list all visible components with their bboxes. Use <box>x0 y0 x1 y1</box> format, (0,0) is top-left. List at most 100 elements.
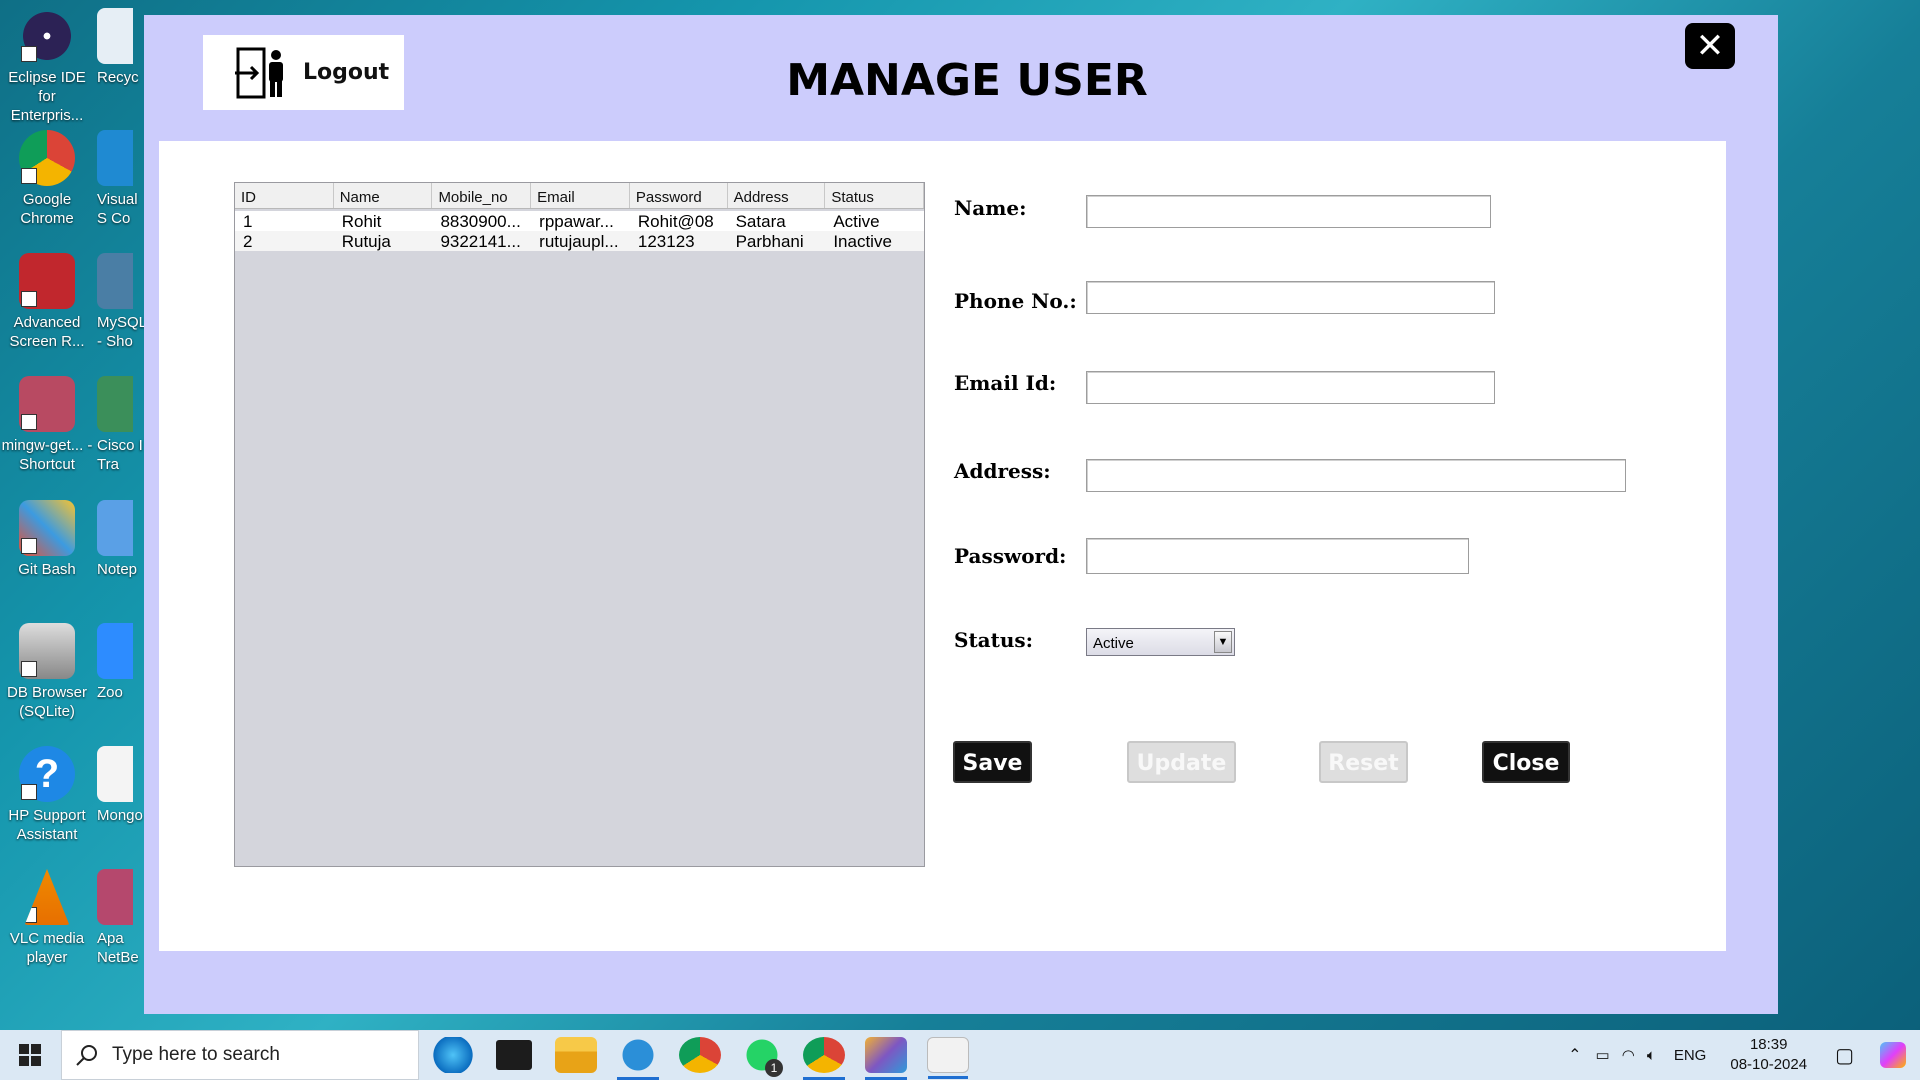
language-indicator[interactable]: ENG <box>1674 1047 1707 1064</box>
mongodb-icon <box>97 746 133 802</box>
column-header-email[interactable]: Email <box>531 183 630 208</box>
terminal-taskbar-icon[interactable] <box>493 1037 535 1073</box>
table-cell: 2 <box>243 232 253 251</box>
desktop-icon-label: mingw-get... - Shortcut <box>1 437 93 473</box>
table-cell: Rohit <box>341 212 382 231</box>
column-header-status[interactable]: Status <box>825 183 925 208</box>
table-row[interactable]: 1 Rohit 8830900... rppawar... Rohit@08 S… <box>235 211 924 231</box>
table-cell: 9322141... <box>440 232 521 251</box>
notification-icon[interactable]: ▢ <box>1835 1043 1854 1068</box>
desktop-icon-label: Notep <box>97 561 138 578</box>
close-button[interactable]: Close <box>1482 741 1570 783</box>
desktop-icon-label: Google Chrome <box>20 191 74 227</box>
search-icon <box>76 1045 97 1066</box>
clock-time: 18:39 <box>1749 1036 1788 1053</box>
address-label: Address: <box>954 459 1051 483</box>
desktop-icon-git-bash[interactable]: Git Bash <box>0 500 94 579</box>
desktop-icon-label: Eclipse IDE for Enterpris... <box>8 69 86 124</box>
desktop-icon-label: Visual S Co <box>97 191 138 227</box>
java-taskbar-icon[interactable] <box>927 1037 969 1079</box>
file-explorer-icon[interactable] <box>555 1037 597 1073</box>
desktop-icon-mongodb[interactable]: Mongo <box>97 746 147 825</box>
edge-taskbar-icon[interactable] <box>432 1037 474 1073</box>
taskbar: Type here to search 1 ⌃ ▭ ◠ 🔈︎ ENG 18:39… <box>0 1030 1920 1080</box>
zoom-icon <box>97 623 133 679</box>
desktop-icon-eclipse[interactable]: Eclipse IDE for Enterpris... <box>0 8 94 125</box>
desktop-icon-screen-recorder[interactable]: Advanced Screen R... <box>0 253 94 351</box>
chevron-down-icon[interactable]: ▼ <box>1214 631 1232 653</box>
whatsapp-taskbar-icon[interactable]: 1 <box>741 1037 783 1077</box>
status-select[interactable]: Active ▼ <box>1086 628 1235 656</box>
desktop-icon-zoom[interactable]: Zoo <box>97 623 147 702</box>
desktop-icon-label: Git Bash <box>18 561 76 578</box>
name-label: Name: <box>954 196 1027 220</box>
address-input[interactable] <box>1086 459 1626 492</box>
table-cell: 1 <box>243 212 253 231</box>
phone-label: Phone No.: <box>954 289 1077 313</box>
users-table[interactable]: ID Name Mobile_no Email Password Address… <box>234 182 925 867</box>
desktop-icon-label: Apa NetBe <box>97 930 139 966</box>
chevron-up-icon[interactable]: ⌃ <box>1568 1045 1581 1065</box>
phone-input[interactable] <box>1086 281 1495 314</box>
clock[interactable]: 18:39 08-10-2024 <box>1730 1035 1807 1075</box>
start-button[interactable] <box>0 1030 60 1080</box>
table-cell: 123123 <box>637 232 695 251</box>
taskbar-search[interactable]: Type here to search <box>61 1030 419 1080</box>
vscode-taskbar-icon[interactable] <box>617 1037 659 1080</box>
desktop-icon-db-browser[interactable]: DB Browser (SQLite) <box>0 623 94 721</box>
wifi-icon[interactable]: ◠ <box>1622 1046 1635 1064</box>
search-placeholder: Type here to search <box>112 1044 280 1065</box>
desktop-icon-recycle-bin[interactable]: Recyc <box>97 8 147 87</box>
column-header-mobile[interactable]: Mobile_no <box>432 183 532 208</box>
desktop-icon-mingw[interactable]: mingw-get... - Shortcut <box>0 376 94 474</box>
chrome-icon <box>19 130 75 186</box>
column-header-address[interactable]: Address <box>728 183 826 208</box>
screen-recorder-icon <box>19 253 75 309</box>
status-label: Status: <box>954 628 1034 652</box>
update-button[interactable]: Update <box>1127 741 1236 783</box>
table-cell: rutujaupl... <box>539 232 619 251</box>
table-cell: Parbhani <box>735 232 804 251</box>
status-selected-value: Active <box>1093 635 1134 652</box>
reset-button[interactable]: Reset <box>1319 741 1408 783</box>
manage-user-window: Logout MANAGE USER ✕ ID Name Mobile_no E… <box>144 15 1778 1014</box>
volume-icon[interactable]: 🔈︎ <box>1647 1047 1656 1064</box>
name-input[interactable] <box>1086 195 1491 228</box>
git-bash-icon <box>19 500 75 556</box>
desktop-icon-vlc[interactable]: VLC media player <box>0 869 94 967</box>
desktop-icon-label: Cisco I Tra <box>97 437 143 473</box>
table-header: ID Name Mobile_no Email Password Address… <box>235 183 925 209</box>
desktop-icon-notepad[interactable]: Notep <box>97 500 147 579</box>
table-row[interactable]: 2 Rutuja 9322141... rutujaupl... 123123 … <box>235 231 924 251</box>
table-cell: 8830900... <box>440 212 521 231</box>
email-input[interactable] <box>1086 371 1495 404</box>
desktop-icon-chrome[interactable]: Google Chrome <box>0 130 94 228</box>
clock-date: 08-10-2024 <box>1730 1056 1808 1073</box>
password-label: Password: <box>954 544 1067 568</box>
table-cell: rppawar... <box>539 212 614 231</box>
password-input[interactable] <box>1086 538 1469 574</box>
page-title: MANAGE USER <box>786 55 1148 106</box>
app-taskbar-icon[interactable] <box>865 1037 907 1080</box>
column-header-name[interactable]: Name <box>334 183 433 208</box>
notepad-icon <box>97 500 133 556</box>
desktop-icon-vscode[interactable]: Visual S Co <box>97 130 147 228</box>
chrome-taskbar-icon[interactable] <box>679 1037 721 1073</box>
desktop-icon-netbeans[interactable]: Apa NetBe <box>97 869 147 967</box>
desktop-icon-mysql[interactable]: MySQL - Sho <box>97 253 147 351</box>
column-header-password[interactable]: Password <box>630 183 728 208</box>
chrome-taskbar-icon-2[interactable] <box>803 1037 845 1080</box>
system-tray: ⌃ ▭ ◠ 🔈︎ ENG 18:39 08-10-2024 ▢ <box>1568 1030 1920 1080</box>
save-button[interactable]: Save <box>953 741 1032 783</box>
desktop-icon-hp-support[interactable]: ? HP Support Assistant <box>0 746 94 844</box>
desktop-icon-label: Advanced Screen R... <box>9 314 85 350</box>
desktop-icon-cisco[interactable]: Cisco I Tra <box>97 376 147 474</box>
battery-icon[interactable]: ▭ <box>1596 1046 1610 1064</box>
cisco-icon <box>97 376 133 432</box>
column-header-id[interactable]: ID <box>235 183 334 208</box>
content-panel: ID Name Mobile_no Email Password Address… <box>159 141 1726 951</box>
close-window-button[interactable]: ✕ <box>1685 23 1735 69</box>
copilot-icon[interactable] <box>1880 1042 1906 1068</box>
mingw-icon <box>19 376 75 432</box>
desktop-icon-label: DB Browser (SQLite) <box>6 684 88 720</box>
